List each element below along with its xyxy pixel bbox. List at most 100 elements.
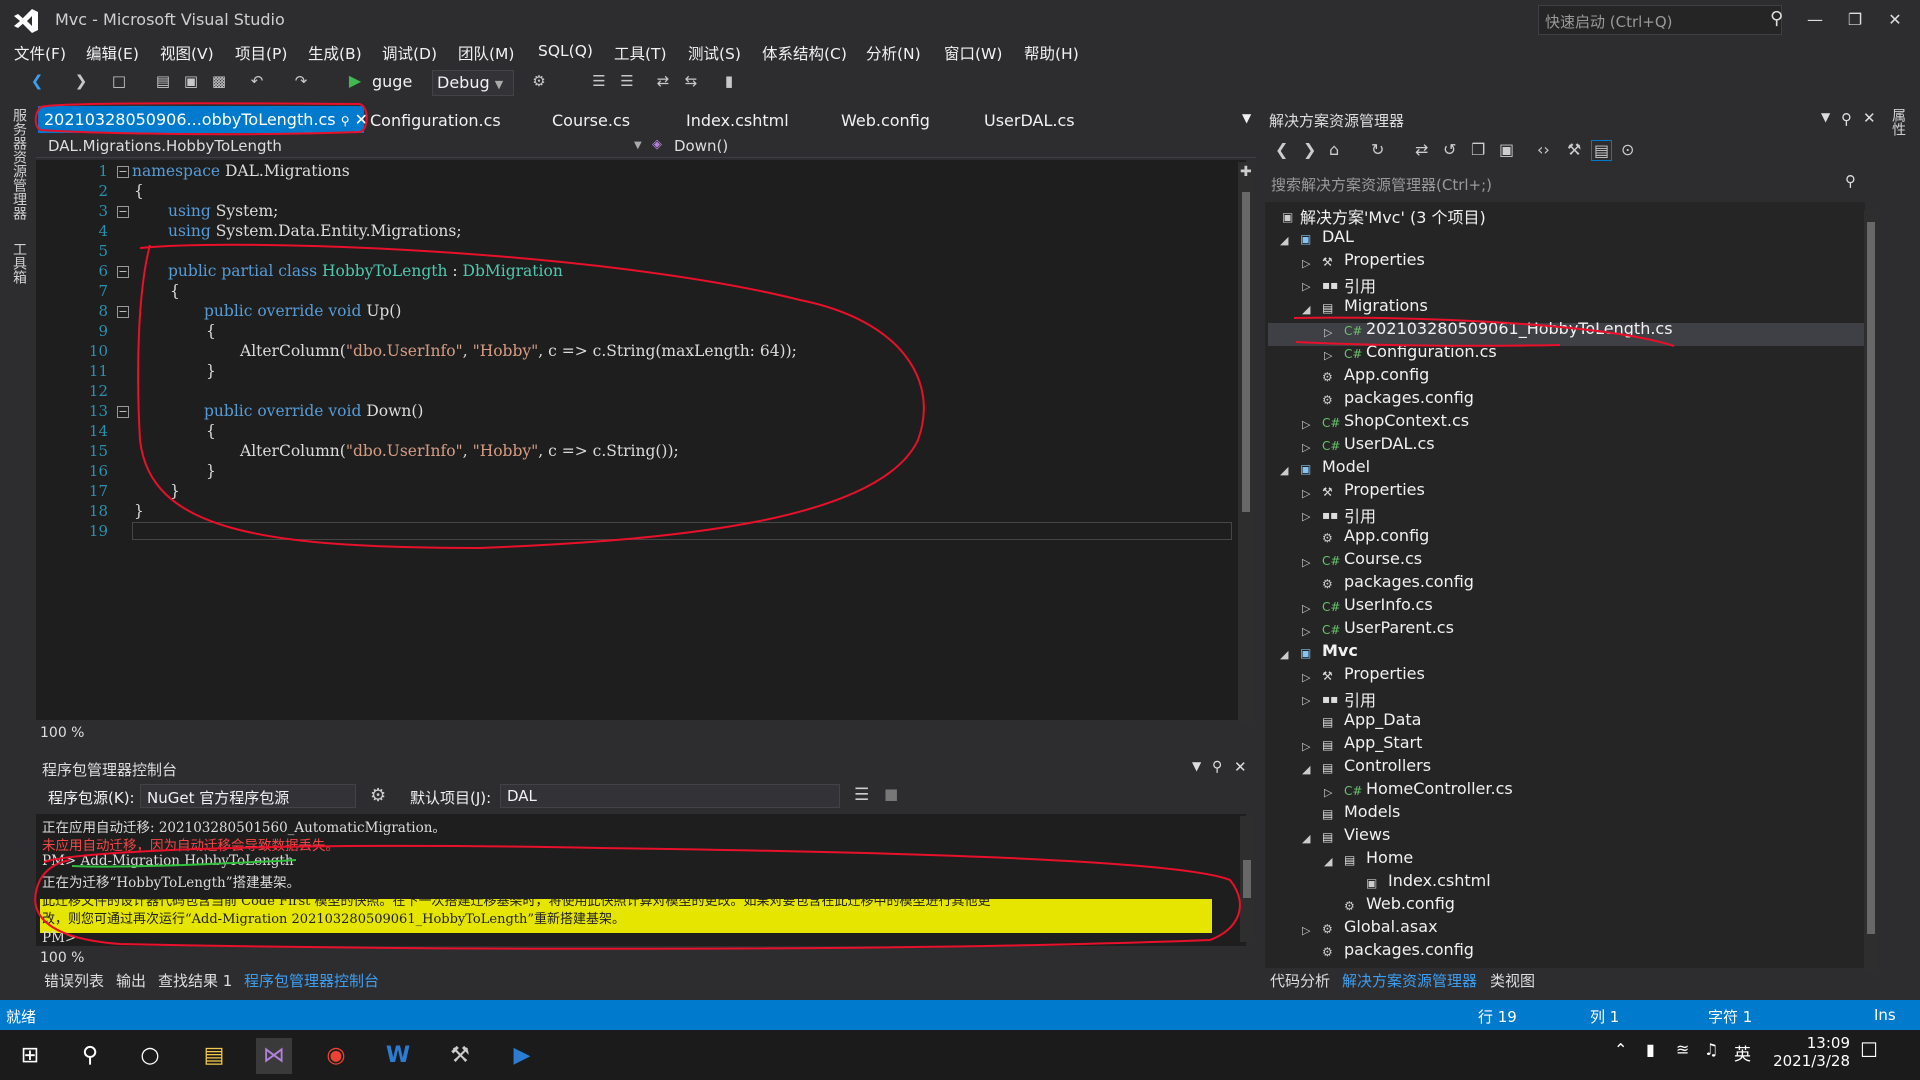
tree-item-properties[interactable]: Properties xyxy=(1344,664,1425,683)
tree-item-app-data[interactable]: App_Data xyxy=(1344,710,1421,729)
tab-find-results[interactable]: 查找结果 1 xyxy=(158,970,232,991)
collapsed-arrow-icon[interactable]: ▷ xyxy=(1302,487,1310,500)
quick-launch-input[interactable]: 快速启动 (Ctrl+Q) xyxy=(1538,5,1782,35)
menu-view[interactable]: 视图(V) xyxy=(160,42,214,64)
toolbox-tab[interactable]: 工具箱 xyxy=(9,242,29,284)
back-icon[interactable]: ❮ xyxy=(28,72,46,90)
chrome-icon[interactable]: ◉ xyxy=(318,1038,354,1074)
wifi-icon[interactable]: ≊ xyxy=(1676,1040,1689,1059)
notification-icon[interactable]: ☐ xyxy=(1860,1038,1878,1062)
new-project-icon[interactable]: □ xyxy=(110,72,128,90)
sync-icon[interactable]: ↻ xyxy=(1371,140,1384,159)
menu-file[interactable]: 文件(F) xyxy=(14,42,66,64)
pin-icon[interactable]: ⚲ xyxy=(1212,759,1222,775)
menu-tools[interactable]: 工具(T) xyxy=(614,42,667,64)
tree-item-homecontroller[interactable]: HomeController.cs xyxy=(1366,779,1513,798)
properties-icon[interactable]: ▣ xyxy=(1499,140,1514,159)
tree-item-references[interactable]: 引用 xyxy=(1344,687,1376,711)
menu-project[interactable]: 项目(P) xyxy=(235,42,287,64)
ime-indicator[interactable]: 英 xyxy=(1734,1040,1751,1065)
collapse-toggle[interactable]: − xyxy=(117,166,129,178)
configuration-dropdown[interactable]: Debug ▼ xyxy=(432,70,514,96)
tree-item-properties[interactable]: Properties xyxy=(1344,480,1425,499)
collapsed-arrow-icon[interactable]: ▷ xyxy=(1302,924,1310,937)
server-explorer-tab[interactable]: 服务器资源管理器 xyxy=(9,108,29,220)
editor-zoom-level[interactable]: 100 % xyxy=(40,725,84,741)
class-diagram-icon[interactable]: ⊙ xyxy=(1621,140,1634,159)
minimize-button[interactable]: — xyxy=(1795,4,1835,36)
collapse-toggle[interactable]: − xyxy=(117,306,129,318)
tree-item-app-config[interactable]: App.config xyxy=(1344,365,1429,384)
project-model[interactable]: Model xyxy=(1322,457,1370,476)
forward-icon[interactable]: ❯ xyxy=(72,72,90,90)
collapsed-arrow-icon[interactable]: ▷ xyxy=(1302,694,1310,707)
save-all-icon[interactable]: ▩ xyxy=(210,72,228,90)
windows-start-icon[interactable]: ⊞ xyxy=(12,1038,48,1074)
tree-item-index-cshtml[interactable]: Index.cshtml xyxy=(1388,871,1491,890)
open-file-icon[interactable]: ▤ xyxy=(154,72,172,90)
collapsed-arrow-icon[interactable]: ▷ xyxy=(1302,671,1310,684)
expanded-arrow-icon[interactable]: ◢ xyxy=(1280,464,1288,477)
restore-button[interactable]: ❐ xyxy=(1835,4,1875,36)
menu-test[interactable]: 测试(S) xyxy=(688,42,741,64)
collapsed-arrow-icon[interactable]: ▷ xyxy=(1302,441,1310,454)
dropdown-icon[interactable]: ▼ xyxy=(1192,759,1201,773)
clear-console-icon[interactable]: ☰ xyxy=(854,785,869,805)
menu-edit[interactable]: 编辑(E) xyxy=(86,42,139,64)
tree-item-controllers[interactable]: Controllers xyxy=(1344,756,1431,775)
collapsed-arrow-icon[interactable]: ▷ xyxy=(1302,740,1310,753)
refresh-icon[interactable]: ⇄ xyxy=(1415,140,1428,159)
tree-item-web-config[interactable]: Web.config xyxy=(1366,894,1455,913)
expanded-arrow-icon[interactable]: ◢ xyxy=(1302,763,1310,776)
bookmark-icon[interactable]: ▮ xyxy=(720,72,738,90)
tree-item-packages-config[interactable]: packages.config xyxy=(1344,940,1474,959)
uncomment-icon[interactable]: ⇆ xyxy=(682,72,700,90)
solution-node[interactable]: 解决方案'Mvc' (3 个项目) xyxy=(1300,204,1486,228)
show-all-files-icon[interactable]: ❐ xyxy=(1471,140,1485,159)
tab-configuration[interactable]: Configuration.cs xyxy=(362,106,509,134)
visual-studio-taskbar-icon[interactable]: ⋈ xyxy=(256,1038,292,1074)
tree-item-models[interactable]: Models xyxy=(1344,802,1400,821)
editor-scrollbar[interactable] xyxy=(1238,162,1254,722)
search-icon[interactable]: ⚲ xyxy=(72,1038,108,1074)
tree-item-app-start[interactable]: App_Start xyxy=(1344,733,1422,752)
tab-overflow-icon[interactable]: ▼ xyxy=(1234,106,1259,134)
tree-item-course[interactable]: Course.cs xyxy=(1344,549,1422,568)
collapsed-arrow-icon[interactable]: ▷ xyxy=(1324,349,1332,362)
view-code-icon[interactable]: ‹› xyxy=(1537,140,1550,159)
tab-userdal[interactable]: UserDAL.cs xyxy=(976,106,1083,134)
tray-chevron-icon[interactable]: ⌃ xyxy=(1614,1040,1627,1059)
scroll-thumb[interactable] xyxy=(1867,222,1875,934)
tree-item-references[interactable]: 引用 xyxy=(1344,273,1376,297)
expanded-arrow-icon[interactable]: ◢ xyxy=(1324,855,1332,868)
search-icon[interactable]: ⚲ xyxy=(1845,172,1856,190)
expanded-arrow-icon[interactable]: ◢ xyxy=(1280,648,1288,661)
scroll-thumb[interactable] xyxy=(1243,860,1251,898)
tree-item-packages-config[interactable]: packages.config xyxy=(1344,572,1474,591)
word-icon[interactable]: W xyxy=(380,1038,416,1074)
tree-item-migrations[interactable]: Migrations xyxy=(1344,296,1428,315)
tree-item-userdal[interactable]: UserDAL.cs xyxy=(1344,434,1435,453)
collapse-toggle[interactable]: − xyxy=(117,266,129,278)
align-icon[interactable]: ☰ xyxy=(590,72,608,90)
tree-item-app-config[interactable]: App.config xyxy=(1344,526,1429,545)
forward-icon[interactable]: ❯ xyxy=(1303,140,1316,159)
media-player-icon[interactable]: ▶ xyxy=(504,1038,540,1074)
tab-index[interactable]: Index.cshtml xyxy=(678,106,797,134)
battery-icon[interactable]: ▮ xyxy=(1646,1040,1655,1059)
collapsed-arrow-icon[interactable]: ▷ xyxy=(1302,625,1310,638)
console-zoom-level[interactable]: 100 % xyxy=(40,950,84,966)
menu-sql[interactable]: SQL(Q) xyxy=(538,42,593,60)
tree-item-migration-file[interactable]: 202103280509061_HobbyToLength.cs xyxy=(1366,319,1673,338)
solution-search-input[interactable]: 搜索解决方案资源管理器(Ctrl+;) ⚲ xyxy=(1265,172,1885,196)
project-dal[interactable]: DAL xyxy=(1322,227,1354,246)
volume-icon[interactable]: ♫ xyxy=(1704,1040,1718,1059)
close-window-button[interactable]: ✕ xyxy=(1875,4,1915,36)
tab-package-manager-console[interactable]: 程序包管理器控制台 xyxy=(244,970,379,991)
collapsed-arrow-icon[interactable]: ▷ xyxy=(1302,510,1310,523)
scroll-thumb[interactable] xyxy=(1242,192,1250,512)
run-target-button[interactable]: guge xyxy=(372,72,412,91)
code-editor[interactable] xyxy=(36,160,1246,720)
member-dropdown[interactable]: Down() xyxy=(674,137,728,155)
start-debug-icon[interactable]: ▶ xyxy=(346,72,364,90)
